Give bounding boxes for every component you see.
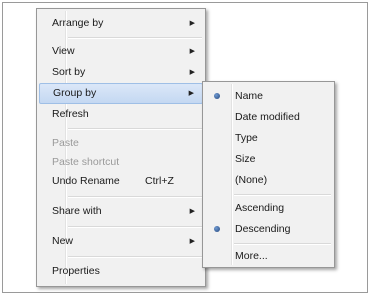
menu-separator [234,243,331,245]
menu-item-label: More... [235,250,268,262]
submenu-arrow-icon: ▶ [189,20,195,27]
menu-item-view[interactable]: View ▶ [39,41,203,62]
menu-item-label: Paste [52,137,79,149]
submenu-arrow-icon: ▶ [189,48,195,55]
submenu-arrow-icon: ▶ [189,238,195,245]
menu-item-label: Name [235,90,264,102]
menu-item-label: Type [235,132,258,144]
bullet-icon [214,226,220,232]
submenu-item-type[interactable]: Type [205,128,332,149]
group-by-submenu: Name Date modified Type Size (None) Asce… [202,81,335,268]
menu-item-arrange-by[interactable]: Arrange by ▶ [39,13,203,34]
menu-item-label: Refresh [52,108,89,120]
menu-item-label: Share with [52,205,102,217]
submenu-item-descending[interactable]: Descending [205,219,332,240]
menu-item-new[interactable]: New ▶ [39,231,203,252]
submenu-item-size[interactable]: Size [205,149,332,170]
submenu-item-name[interactable]: Name [205,86,332,107]
menu-item-label: View [52,45,75,57]
menu-item-sort-by[interactable]: Sort by ▶ [39,62,203,83]
menu-item-properties[interactable]: Properties [39,261,203,282]
menu-item-shortcut: Ctrl+Z [145,175,174,187]
bullet-icon [214,93,220,99]
menu-separator [234,194,331,196]
menu-item-label: Sort by [52,66,86,78]
menu-item-label: Paste shortcut [52,156,120,168]
submenu-item-none[interactable]: (None) [205,170,332,191]
menu-item-label: Undo Rename [52,175,120,187]
menu-item-refresh[interactable]: Refresh [39,104,203,125]
submenu-item-ascending[interactable]: Ascending [205,198,332,219]
menu-item-label: Arrange by [52,17,104,29]
menu-separator [68,196,202,198]
menu-item-label: (None) [235,174,268,186]
menu-item-undo-rename[interactable]: Undo Rename Ctrl+Z [39,171,203,192]
submenu-arrow-icon: ▶ [189,69,195,76]
menu-separator [68,37,202,39]
submenu-arrow-icon: ▶ [189,208,195,215]
submenu-arrow-icon: ▶ [188,90,194,97]
submenu-item-date-modified[interactable]: Date modified [205,107,332,128]
menu-item-label: Date modified [235,111,300,123]
context-menu: Arrange by ▶ View ▶ Sort by ▶ Group by ▶… [36,8,206,287]
menu-item-paste-shortcut: Paste shortcut [39,152,203,173]
menu-item-label: New [52,235,74,247]
menu-separator [68,128,202,130]
menu-item-label: Descending [235,223,291,235]
submenu-item-more[interactable]: More... [205,246,332,267]
menu-item-label: Group by [53,87,97,99]
menu-item-label: Size [235,153,256,165]
menu-item-group-by[interactable]: Group by ▶ [39,83,203,104]
menu-separator [68,226,202,228]
menu-item-paste: Paste [39,133,203,154]
menu-item-label: Properties [52,265,100,277]
menu-item-share-with[interactable]: Share with ▶ [39,201,203,222]
menu-item-label: Ascending [235,202,285,214]
menu-separator [68,256,202,258]
